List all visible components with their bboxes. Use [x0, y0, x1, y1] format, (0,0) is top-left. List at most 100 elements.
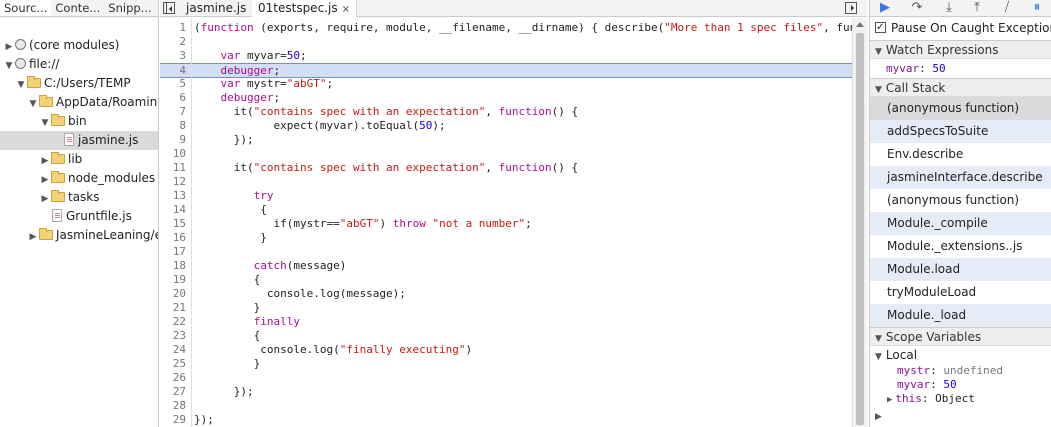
- tree-item[interactable]: ▶ tasks: [0, 188, 158, 207]
- line-number[interactable]: 3: [160, 49, 186, 63]
- line-number[interactable]: 17: [160, 245, 186, 259]
- code-line[interactable]: 4 debugger;: [160, 63, 852, 78]
- line-number[interactable]: 5: [160, 77, 186, 91]
- code-line[interactable]: 13 try: [160, 189, 852, 203]
- code-line[interactable]: 25 }: [160, 357, 852, 371]
- scope-local-row[interactable]: ▼ Local: [870, 346, 1051, 365]
- tab-snippets[interactable]: Snipp...: [104, 0, 155, 16]
- close-tab-icon[interactable]: ×: [342, 4, 350, 15]
- line-number[interactable]: 19: [160, 273, 186, 287]
- code-line[interactable]: 27 });: [160, 385, 852, 399]
- call-frame[interactable]: jasmineInterface.describe: [870, 166, 1051, 189]
- line-number[interactable]: 21: [160, 301, 186, 315]
- code-line[interactable]: 2: [160, 35, 852, 49]
- call-stack-header[interactable]: ▼ Call Stack: [870, 78, 1051, 97]
- code-line[interactable]: 1 (function (exports, require, module, __…: [160, 21, 852, 35]
- code-line[interactable]: 9 });: [160, 133, 852, 147]
- code-line[interactable]: 10: [160, 147, 852, 161]
- step-out-icon[interactable]: ⤒: [966, 0, 988, 16]
- code-area[interactable]: 1 (function (exports, require, module, __…: [160, 18, 852, 427]
- code-line[interactable]: 29});: [160, 413, 852, 427]
- code-line[interactable]: 18 catch(message): [160, 259, 852, 273]
- scope-var-myvar[interactable]: myvar: 50: [870, 378, 1051, 392]
- line-number[interactable]: 24: [160, 343, 186, 357]
- line-number[interactable]: 10: [160, 147, 186, 161]
- line-number[interactable]: 1: [160, 21, 186, 35]
- tab-sources[interactable]: Sourc...: [0, 0, 52, 16]
- code-line[interactable]: 7 it("contains spec with an expectation"…: [160, 105, 852, 119]
- line-number[interactable]: 23: [160, 329, 186, 343]
- tree-item[interactable]: ▶ JasmineLeaning/ex: [0, 226, 158, 247]
- code-line[interactable]: 5 var mystr="abGT";: [160, 77, 852, 91]
- line-number[interactable]: 6: [160, 91, 186, 105]
- line-number[interactable]: 20: [160, 287, 186, 301]
- tree-item[interactable]: jasmine.js: [0, 131, 158, 150]
- watch-expressions-header[interactable]: ▼ Watch Expressions: [870, 40, 1051, 59]
- deactivate-breakpoints-icon[interactable]: ⧸: [996, 0, 1018, 16]
- line-number[interactable]: 13: [160, 189, 186, 203]
- code-line[interactable]: 23 {: [160, 329, 852, 343]
- tree-item[interactable]: ▼ bin: [0, 112, 158, 131]
- call-frame[interactable]: Module.load: [870, 258, 1051, 281]
- call-frame[interactable]: addSpecsToSuite: [870, 120, 1051, 143]
- code-line[interactable]: 12: [160, 175, 852, 189]
- line-number[interactable]: 2: [160, 35, 186, 49]
- code-line[interactable]: 16 }: [160, 231, 852, 245]
- line-number[interactable]: 28: [160, 399, 186, 413]
- code-line[interactable]: 11 it("contains spec with an expectation…: [160, 161, 852, 175]
- step-over-icon[interactable]: ↷: [906, 0, 928, 16]
- code-line[interactable]: 20 console.log(message);: [160, 287, 852, 301]
- watch-item[interactable]: myvar: 50: [870, 59, 1051, 78]
- call-frame[interactable]: Env.describe: [870, 143, 1051, 166]
- pause-on-exceptions-icon[interactable]: ⏸: [1026, 0, 1048, 16]
- line-number[interactable]: 22: [160, 315, 186, 329]
- call-frame[interactable]: (anonymous function): [870, 97, 1051, 120]
- code-line[interactable]: 22 finally: [160, 315, 852, 329]
- call-frame[interactable]: (anonymous function): [870, 189, 1051, 212]
- line-number[interactable]: 15: [160, 217, 186, 231]
- line-number[interactable]: 18: [160, 259, 186, 273]
- tab-01testspec-js[interactable]: 01testspec.js ×: [252, 0, 357, 17]
- tab-content-scripts[interactable]: Conte...: [51, 0, 104, 16]
- line-number[interactable]: 16: [160, 231, 186, 245]
- code-line[interactable]: 24 console.log("finally executing"): [160, 343, 852, 357]
- code-line[interactable]: 8 expect(myvar).toEqual(50);: [160, 119, 852, 133]
- tree-item[interactable]: ▼ AppData/Roaming/: [0, 93, 158, 112]
- code-line[interactable]: 28: [160, 399, 852, 413]
- tree-item[interactable]: ▶ (core modules): [0, 36, 158, 55]
- line-number[interactable]: 12: [160, 175, 186, 189]
- line-number[interactable]: 26: [160, 371, 186, 385]
- tree-item[interactable]: ▼ file://: [0, 55, 158, 74]
- line-number[interactable]: 25: [160, 357, 186, 371]
- line-number[interactable]: 4: [160, 64, 186, 77]
- step-into-icon[interactable]: ⤓: [938, 0, 960, 16]
- tree-item[interactable]: ▶ node_modules: [0, 169, 158, 188]
- call-frame[interactable]: Module._load: [870, 304, 1051, 327]
- scope-more-row[interactable]: ▶: [870, 408, 1051, 422]
- line-number[interactable]: 27: [160, 385, 186, 399]
- tree-item[interactable]: ▶ lib: [0, 150, 158, 169]
- line-number[interactable]: 11: [160, 161, 186, 175]
- code-line[interactable]: 15 if(mystr=="abGT") throw "not a number…: [160, 217, 852, 231]
- scope-var-mystr[interactable]: mystr: undefined: [870, 364, 1051, 378]
- toggle-debugger-icon[interactable]: [845, 2, 857, 14]
- code-line[interactable]: 6 debugger;: [160, 91, 852, 105]
- call-frame[interactable]: Module._compile: [870, 212, 1051, 235]
- resume-icon[interactable]: ▶: [874, 0, 896, 16]
- vertical-scrollbar[interactable]: [852, 18, 867, 427]
- scroll-up-icon[interactable]: [856, 22, 864, 27]
- tree-item[interactable]: ▼ C:/Users/TEMP: [0, 74, 158, 93]
- code-line[interactable]: 14 {: [160, 203, 852, 217]
- pause-on-caught-checkbox[interactable]: [875, 18, 886, 37]
- code-line[interactable]: 21 }: [160, 301, 852, 315]
- code-line[interactable]: 26: [160, 371, 852, 385]
- code-line[interactable]: 3 var myvar=50;: [160, 49, 852, 63]
- pause-on-caught-row[interactable]: Pause On Caught Exceptions: [870, 18, 1051, 38]
- call-frame[interactable]: Module._extensions..js: [870, 235, 1051, 258]
- scope-var-this[interactable]: ▶ this: Object: [870, 392, 1051, 406]
- collapsed-triangle-icon[interactable]: ▶: [28, 228, 38, 247]
- call-frame[interactable]: tryModuleLoad: [870, 281, 1051, 304]
- tab-jasmine-js[interactable]: jasmine.js: [180, 0, 254, 17]
- scope-variables-header[interactable]: ▼ Scope Variables: [870, 327, 1051, 346]
- line-number[interactable]: 7: [160, 105, 186, 119]
